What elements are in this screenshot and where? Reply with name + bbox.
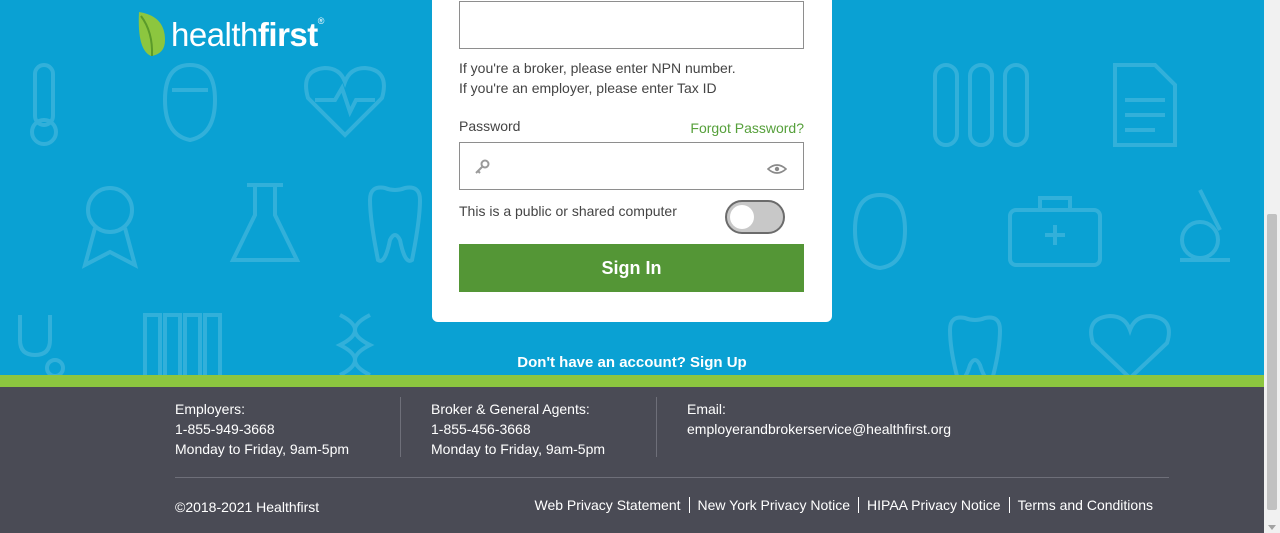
scrollbar-thumb[interactable] [1267, 214, 1277, 510]
broker-hours: Monday to Friday, 9am-5pm [431, 441, 606, 457]
email-title: Email: [687, 401, 726, 417]
employers-hours: Monday to Friday, 9am-5pm [175, 441, 350, 457]
hero-background: healthfirst ® If you're a broker, please… [0, 0, 1264, 375]
employers-phone[interactable]: 1-855-949-3668 [175, 419, 349, 439]
employer-hint: If you're an employer, please enter Tax … [459, 80, 717, 96]
employers-contact: Employers: 1-855-949-3668 Monday to Frid… [175, 399, 349, 459]
broker-title: Broker & General Agents: [431, 401, 590, 417]
footer-links: Web Privacy Statement New York Privacy N… [526, 497, 1161, 513]
document-icon [1113, 63, 1177, 147]
nurse-icon-right [852, 192, 908, 270]
award-icon [81, 186, 139, 269]
shared-computer-label: This is a public or shared computer [459, 203, 677, 219]
employers-title: Employers: [175, 401, 246, 417]
footer: Employers: 1-855-949-3668 Monday to Frid… [0, 387, 1264, 533]
page-scrollbar[interactable] [1264, 0, 1280, 533]
hipaa-privacy-notice-link[interactable]: HIPAA Privacy Notice [858, 497, 1009, 513]
thermometer-icon [30, 63, 58, 146]
brand-name-bold: first [257, 15, 318, 53]
sign-up-link[interactable]: Don't have an account? Sign Up [0, 354, 1264, 371]
terms-and-conditions-link[interactable]: Terms and Conditions [1008, 497, 1161, 513]
nurse-icon [162, 62, 218, 143]
tooth-icon [367, 185, 423, 263]
sign-in-button[interactable]: Sign In [459, 244, 804, 292]
forgot-password-link[interactable]: Forgot Password? [690, 120, 804, 136]
shared-computer-toggle[interactable] [725, 200, 785, 234]
leaf-icon [138, 12, 165, 57]
footer-divider [656, 397, 657, 457]
toggle-knob [730, 205, 754, 229]
registered-mark: ® [317, 16, 325, 26]
heart-icon [304, 65, 386, 138]
new-york-privacy-notice-link[interactable]: New York Privacy Notice [688, 497, 859, 513]
green-divider-band [0, 375, 1264, 387]
healthfirst-logo[interactable]: healthfirst ® [135, 10, 324, 58]
flask-icon [229, 183, 301, 262]
footer-divider [400, 397, 401, 457]
scroll-down-arrow-icon[interactable] [1268, 525, 1276, 530]
email-address[interactable]: employerandbrokerservice@healthfirst.org [687, 419, 951, 439]
microscope-icon [1180, 189, 1230, 262]
password-label: Password [459, 118, 521, 134]
broker-phone[interactable]: 1-855-456-3668 [431, 419, 605, 439]
web-privacy-statement-link[interactable]: Web Privacy Statement [526, 497, 688, 513]
brand-name: healthfirst [171, 18, 318, 51]
npn-tax-id-input[interactable] [459, 1, 804, 49]
show-password-icon[interactable] [767, 163, 787, 175]
email-contact: Email: employerandbrokerservice@healthfi… [687, 399, 951, 439]
password-input[interactable] [459, 142, 804, 190]
broker-hint: If you're a broker, please enter NPN num… [459, 60, 736, 76]
broker-contact: Broker & General Agents: 1-855-456-3668 … [431, 399, 605, 459]
key-icon [475, 159, 490, 174]
medical-bag-icon [1008, 196, 1102, 267]
brand-name-light: health [171, 15, 258, 53]
footer-horizontal-divider [175, 477, 1169, 478]
test-tubes-icon [933, 63, 1029, 147]
login-card: If you're a broker, please enter NPN num… [432, 0, 832, 322]
copyright: ©2018-2021 Healthfirst [175, 499, 320, 515]
